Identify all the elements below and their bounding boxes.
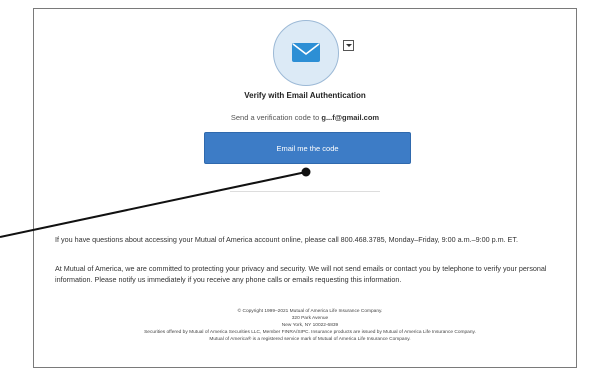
email-me-code-label: Email me the code bbox=[276, 143, 339, 153]
verification-subtitle: Send a verification code to g...f@gmail.… bbox=[190, 113, 420, 122]
footer-securities: Securities offered by Mutual of America … bbox=[144, 330, 476, 335]
email-me-code-button[interactable]: Email me the code bbox=[204, 132, 411, 164]
footer-trademark: Mutual of America® is a registered servi… bbox=[209, 337, 411, 342]
subtitle-prefix: Send a verification code to bbox=[230, 113, 322, 122]
envelope-icon bbox=[273, 20, 339, 86]
support-info-text: If you have questions about accessing yo… bbox=[55, 235, 518, 244]
masked-email: g...f@gmail.com bbox=[321, 113, 380, 122]
caret-down-icon[interactable] bbox=[343, 40, 354, 51]
footer: © Copyright 1999–2021 Mutual of America … bbox=[60, 308, 560, 343]
privacy-notice-text: At Mutual of America, we are committed t… bbox=[55, 264, 547, 284]
footer-address-line1: 320 Park Avenue bbox=[291, 316, 329, 321]
divider bbox=[230, 191, 380, 192]
page-title: Verify with Email Authentication bbox=[244, 91, 366, 100]
footer-address-line2: New York, NY 10022-6839 bbox=[281, 323, 339, 328]
footer-copyright: © Copyright 1999–2021 Mutual of America … bbox=[237, 309, 383, 314]
